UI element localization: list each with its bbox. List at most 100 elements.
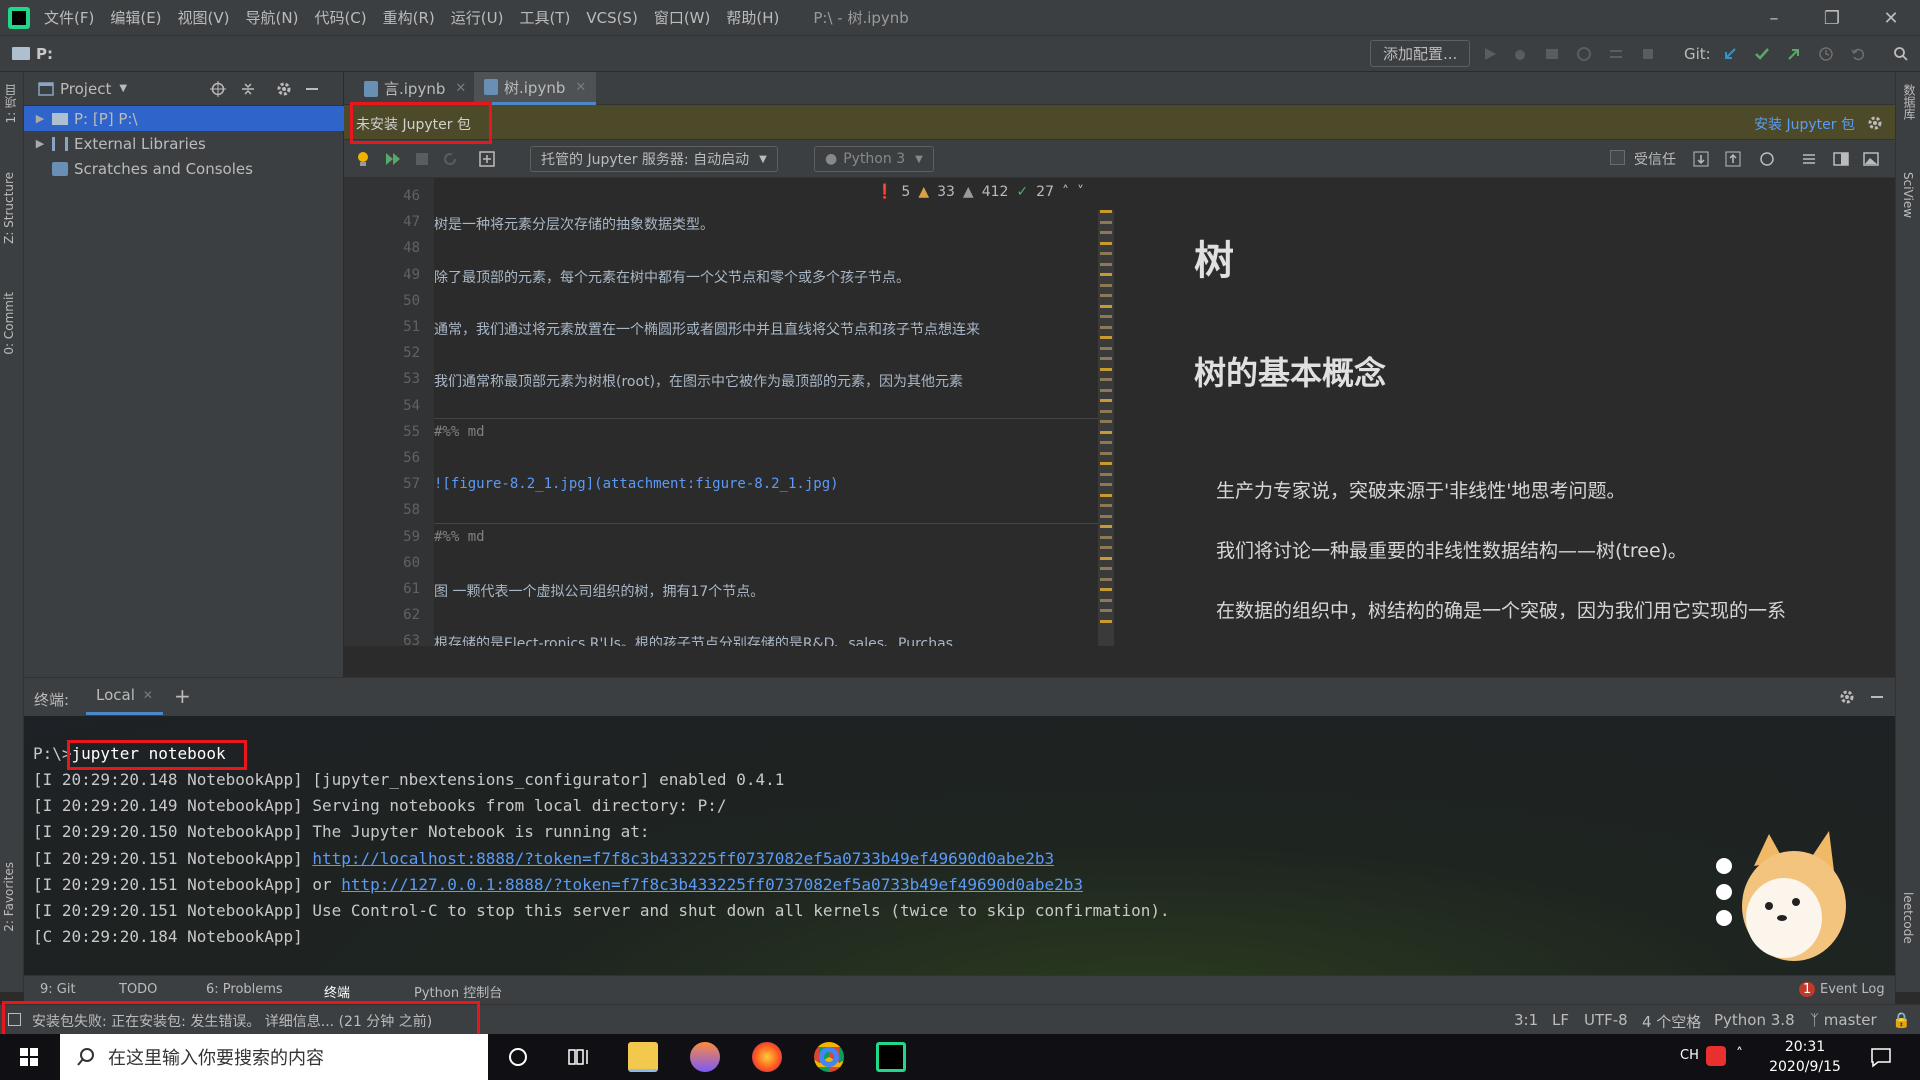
toolwindow-terminal[interactable]: 终端 [324,982,350,1001]
code-editor[interactable]: ❗ 5 ▲ 33 ▲ 412 ✓ 27 ˄ ˅ 树是一种将元素分层次存储的抽象数据类型。… [434,178,1104,646]
cortana-icon[interactable] [508,1047,528,1067]
menu-help[interactable]: 帮助(H) [726,7,779,28]
concurrency-icon[interactable] [1608,46,1624,62]
terminal-link[interactable]: http://127.0.0.1:8888/?token=f7f8c3b4332… [341,875,1083,894]
terminal-tab-local[interactable]: Local ✕ [86,678,163,715]
toolwindow-git[interactable]: 9: Git [40,982,76,997]
debug-icon[interactable] [1512,46,1528,62]
status-toggle-icon[interactable] [8,1013,21,1026]
minimize-icon[interactable]: – [1745,0,1803,36]
close-tab-icon[interactable]: ✕ [575,80,586,95]
split-view-icon[interactable] [1832,150,1850,168]
python-interpreter[interactable]: Python 3.8 [1714,1011,1795,1029]
line-separator[interactable]: LF [1552,1011,1569,1029]
menu-file[interactable]: 文件(F) [44,7,94,28]
sogou-ime-icon[interactable] [1706,1046,1726,1066]
stop-icon[interactable] [1640,46,1656,62]
chevron-right-icon[interactable]: ▶ [34,112,46,125]
chrome-icon[interactable] [814,1042,844,1072]
project-view-selector[interactable]: Project [60,80,111,98]
tab-yan-ipynb[interactable]: 言.ipynb ✕ [354,72,476,105]
structure-tool-tab[interactable]: Z: Structure [2,172,16,244]
jupyter-server-select[interactable]: 托管的 Jupyter 服务器: 自动启动 ▼ [530,146,778,172]
ime-indicator[interactable]: CH [1680,1048,1699,1063]
hide-panel-icon[interactable] [304,81,320,97]
caret-position[interactable]: 3:1 [1514,1011,1538,1029]
gear-icon[interactable] [276,81,292,97]
add-cell-icon[interactable] [478,150,496,168]
start-button[interactable] [0,1034,58,1080]
browser-drop-icon[interactable] [690,1042,720,1072]
project-tool-tab[interactable]: 1: 项目 [2,84,19,124]
editor-only-icon[interactable] [1800,150,1818,168]
tab-shu-ipynb[interactable]: 树.ipynb ✕ [474,72,597,105]
menu-run[interactable]: 运行(U) [451,7,504,28]
kernel-select[interactable]: ● Python 3 ▼ [814,146,934,172]
rollback-icon[interactable] [1850,46,1866,62]
system-clock[interactable]: 20:31 2020/9/15 [1760,1037,1850,1077]
terminal-output[interactable]: P:\>jupyter notebook [I 20:29:20.148 Not… [24,716,1895,975]
inspection-widget[interactable]: ❗ 5 ▲ 33 ▲ 412 ✓ 27 ˄ ˅ [876,184,1084,200]
menu-vcs[interactable]: VCS(S) [586,9,637,27]
menu-tools[interactable]: 工具(T) [519,7,570,28]
search-icon[interactable] [1893,46,1909,62]
tree-item-external-libraries[interactable]: ▶ External Libraries [24,131,344,156]
git-commit-icon[interactable] [1754,46,1770,62]
add-configuration-button[interactable]: 添加配置... [1370,40,1471,67]
sciview-tool-tab[interactable]: SciView [1901,172,1915,218]
lock-icon[interactable]: 🔒 [1892,1011,1911,1029]
toolwindow-python-console[interactable]: Python 控制台 [414,982,502,1001]
locate-icon[interactable] [210,81,226,97]
error-stripe[interactable] [1098,210,1114,646]
terminal-link[interactable]: http://localhost:8888/?token=f7f8c3b4332… [312,849,1054,868]
trusted-checkbox[interactable] [1610,150,1625,165]
restore-icon[interactable]: ❐ [1803,0,1861,36]
move-cell-up-icon[interactable] [1724,150,1742,168]
collapse-all-icon[interactable] [240,81,256,97]
run-icon[interactable] [1482,46,1498,62]
gear-icon[interactable] [1839,689,1855,705]
menu-window[interactable]: 窗口(W) [654,7,711,28]
menu-refactor[interactable]: 重构(R) [383,7,435,28]
chevron-up-icon[interactable]: ˄ [1062,184,1069,200]
close-icon[interactable]: ✕ [1862,0,1920,36]
close-tab-icon[interactable]: ✕ [143,688,153,702]
tree-item-project-root[interactable]: ▶ P: [P] P:\ [24,106,344,131]
firefox-icon[interactable] [752,1042,782,1072]
task-view-icon[interactable] [568,1047,590,1067]
taskbar-search[interactable]: 在这里输入你要搜索的内容 [60,1034,488,1080]
favorites-tool-tab[interactable]: 2: Favorites [2,862,16,932]
chevron-down-icon[interactable]: ▼ [119,83,127,94]
chevron-right-icon[interactable]: ▶ [34,137,46,150]
toolwindow-event-log[interactable]: Event Log [1820,982,1885,997]
history-icon[interactable] [1818,46,1834,62]
move-cell-down-icon[interactable] [1692,150,1710,168]
indent-setting[interactable]: 4 个空格 [1642,1011,1701,1032]
commit-tool-tab[interactable]: 0: Commit [2,292,16,355]
chevron-up-icon[interactable]: ˄ [1736,1046,1743,1062]
toolwindow-todo[interactable]: TODO [119,982,157,997]
git-branch[interactable]: ᛉ master [1810,1011,1877,1029]
hide-panel-icon[interactable] [1869,689,1885,705]
menu-edit[interactable]: 编辑(E) [110,7,161,28]
clear-outputs-icon[interactable] [1758,150,1776,168]
file-encoding[interactable]: UTF-8 [1584,1011,1628,1029]
tree-item-scratches[interactable]: Scratches and Consoles [24,156,344,181]
gear-icon[interactable] [1867,115,1883,131]
database-tool-tab[interactable]: 数据库 [1901,84,1918,120]
git-update-icon[interactable] [1722,46,1738,62]
toolwindow-problems[interactable]: 6: Problems [206,982,283,997]
git-push-icon[interactable] [1786,46,1802,62]
pycharm-taskbar-icon[interactable] [876,1042,906,1072]
preview-only-icon[interactable] [1862,150,1880,168]
restart-kernel-icon[interactable] [442,151,458,167]
leetcode-tool-tab[interactable]: leetcode [1901,892,1915,944]
profile-icon[interactable] [1576,46,1592,62]
stop-kernel-icon[interactable] [414,151,430,167]
close-tab-icon[interactable]: ✕ [455,81,466,96]
chevron-down-icon[interactable]: ˅ [1077,184,1084,200]
new-terminal-icon[interactable]: + [174,684,191,708]
menu-code[interactable]: 代码(C) [314,7,366,28]
lightbulb-icon[interactable] [354,150,372,168]
notification-icon[interactable] [1870,1046,1892,1068]
